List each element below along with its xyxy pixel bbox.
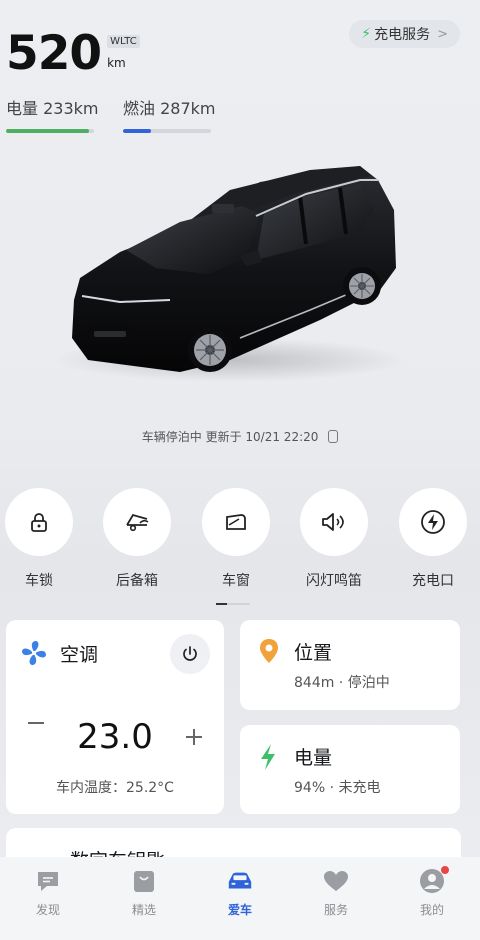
electric-range-label: 电量 233km: [6, 99, 99, 118]
charge-service-label: 充电服务: [374, 27, 431, 43]
control-trunk[interactable]: 后备箱: [92, 488, 182, 590]
control-label: 车锁: [25, 573, 53, 589]
control-charge-port[interactable]: 充电口: [388, 488, 478, 590]
tab-service[interactable]: 服务: [288, 857, 384, 940]
control-label: 闪灯鸣笛: [306, 573, 362, 589]
tab-label: 发现: [35, 903, 60, 917]
range-unit: km: [107, 56, 126, 70]
location-pin-icon: [260, 639, 278, 663]
control-window[interactable]: 车窗: [191, 488, 281, 590]
window-icon[interactable]: [202, 488, 270, 556]
charge-port-icon[interactable]: [399, 488, 467, 556]
quick-controls: 车锁 后备箱 车窗 闪灯鸣笛 充电口: [0, 488, 480, 590]
location-title: 位置: [294, 642, 333, 664]
horn-icon[interactable]: [300, 488, 368, 556]
tab-my-car[interactable]: 爱车: [192, 857, 288, 940]
electric-range-meter: 电量 233km: [6, 95, 98, 133]
control-label: 后备箱: [116, 573, 158, 589]
car-image[interactable]: [55, 150, 410, 390]
climate-power-button[interactable]: [170, 634, 210, 674]
bolt-icon: ⚡: [361, 26, 372, 42]
tab-label: 爱车: [227, 903, 252, 917]
fuel-range-meter: 燃油 287km: [123, 95, 215, 133]
tab-featured[interactable]: 精选: [96, 857, 192, 940]
trunk-icon[interactable]: [103, 488, 171, 556]
range-standard-badge: WLTC: [107, 35, 140, 48]
controls-page-indicator: [216, 603, 250, 605]
range-display: 520 WLTC km: [6, 30, 140, 77]
tab-label: 精选: [131, 903, 156, 917]
temperature-increase-button-vertical[interactable]: [193, 729, 195, 745]
tab-label: 我的: [419, 903, 444, 917]
tab-me[interactable]: 我的: [384, 857, 480, 940]
bolt-icon: [261, 744, 275, 770]
climate-title: 空调: [60, 644, 99, 666]
battery-detail: 94% · 未充电: [294, 780, 381, 796]
climate-card[interactable]: 空调 23.0 车内温度：25.2°C: [6, 620, 224, 814]
control-label: 充电口: [412, 573, 454, 589]
control-label: 车窗: [222, 573, 250, 589]
power-icon: [183, 646, 197, 661]
range-value: 520: [6, 26, 102, 81]
lock-icon[interactable]: [5, 488, 73, 556]
notification-dot: [441, 866, 449, 874]
chevron-right-icon: >: [437, 26, 448, 42]
control-lock[interactable]: 车锁: [0, 488, 84, 590]
tab-discover[interactable]: 发现: [0, 857, 96, 940]
location-card[interactable]: 位置 844m · 停泊中: [240, 620, 460, 710]
fan-icon: [22, 641, 46, 665]
vehicle-status-text: 车辆停泊中 更新于 10/21 22:20: [141, 430, 319, 444]
car-icon: [226, 867, 254, 895]
control-flash-horn[interactable]: 闪灯鸣笛: [289, 488, 379, 590]
discover-icon: [34, 867, 62, 895]
battery-title: 电量: [294, 747, 333, 769]
shop-bag-icon: [130, 867, 158, 895]
fuel-range-fill: [123, 129, 152, 133]
inside-temperature: 车内温度：25.2°C: [56, 780, 174, 796]
profile-icon: [418, 866, 449, 895]
battery-card[interactable]: 电量 94% · 未充电: [240, 725, 460, 814]
heart-icon: [322, 867, 350, 895]
tab-label: 服务: [323, 903, 348, 917]
electric-range-fill: [6, 129, 89, 133]
bottom-tab-bar: 发现 精选 爱车 服务 我的: [0, 857, 480, 940]
location-detail: 844m · 停泊中: [294, 675, 390, 691]
vehicle-status-line: 车辆停泊中 更新于 10/21 22:20: [0, 428, 480, 445]
fuel-range-label: 燃油 287km: [123, 99, 216, 118]
charge-service-button[interactable]: ⚡ 充电服务 >: [349, 20, 460, 48]
key-fob-icon: [328, 430, 339, 443]
